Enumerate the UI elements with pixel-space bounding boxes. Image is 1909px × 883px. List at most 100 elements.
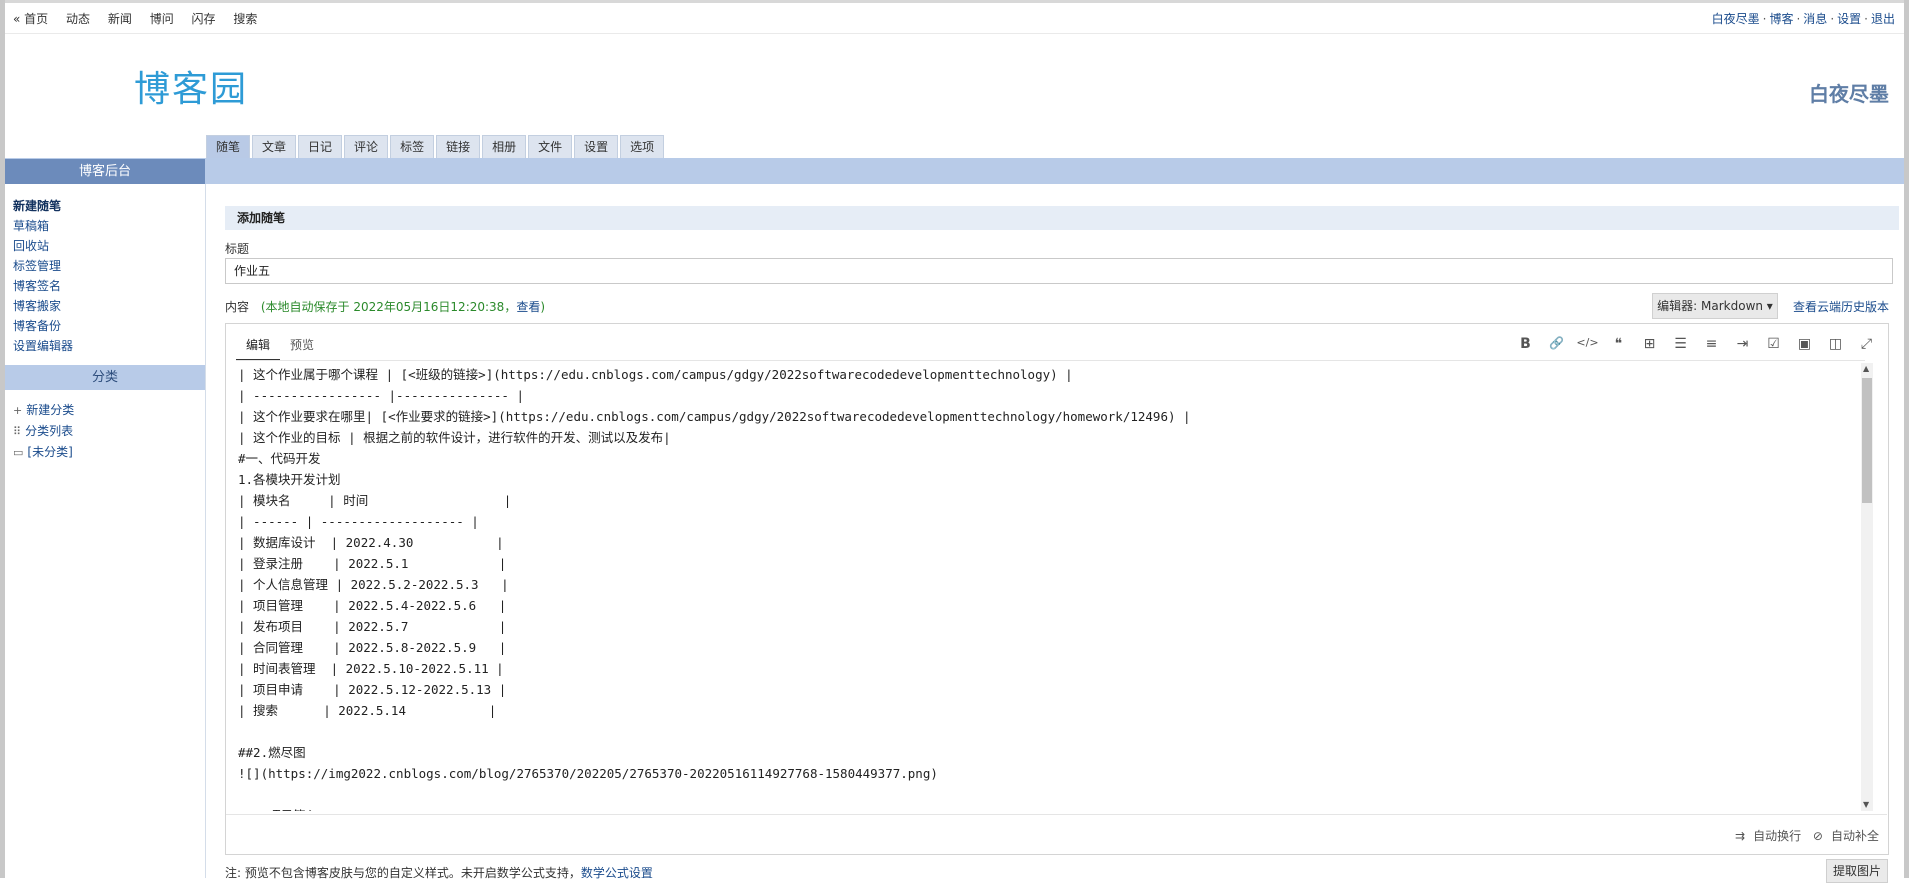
sidebar-item-drafts[interactable]: 草稿箱	[13, 216, 73, 236]
code-line: | 这个作业的目标 | 根据之前的软件设计，进行软件的开发、测试以及发布|	[238, 430, 671, 445]
tab-comments[interactable]: 评论	[344, 135, 389, 158]
sidebar-item-signature[interactable]: 博客签名	[13, 276, 73, 296]
tab-bar-background	[5, 158, 1904, 184]
quote-icon[interactable]: ❝	[1603, 336, 1634, 352]
code-line: | 个人信息管理 | 2022.5.2-2022.5.3 |	[238, 577, 509, 592]
nav-search-link[interactable]: 搜索	[233, 12, 257, 26]
table-icon[interactable]: ⊞	[1634, 336, 1665, 352]
category-uncategorized-label: [未分类]	[27, 445, 73, 459]
folder-icon: ▭	[13, 446, 24, 459]
sidebar-item-backup[interactable]: 博客备份	[13, 316, 73, 336]
code-line: | 项目申请 | 2022.5.12-2022.5.13 |	[238, 682, 507, 697]
main-tabs: 随笔 文章 日记 评论 标签 链接 相册 文件 设置 选项	[206, 135, 666, 158]
window-left-border	[0, 0, 5, 878]
tab-options[interactable]: 选项	[620, 135, 665, 158]
code-line: ##2.燃尽图	[238, 745, 306, 760]
tab-preview[interactable]: 预览	[280, 336, 324, 361]
nav-dynamic-link[interactable]: 动态	[66, 12, 90, 26]
bullet-list-icon[interactable]: ☰	[1665, 336, 1696, 352]
fullscreen-icon[interactable]: ⤢	[1851, 336, 1882, 352]
tab-albums[interactable]: 相册	[482, 135, 527, 158]
blog-link[interactable]: 博客	[1769, 12, 1793, 26]
auto-wrap-toggle[interactable]: 自动换行	[1753, 829, 1801, 843]
tab-settings[interactable]: 设置	[574, 135, 619, 158]
code-line: | 这个作业要求在哪里| [<作业要求的链接>](https://edu.cnb…	[238, 409, 1191, 424]
tab-files[interactable]: 文件	[528, 135, 573, 158]
sidebar-item-new-post[interactable]: 新建随笔	[13, 196, 73, 216]
autosave-view-link[interactable]: 查看	[516, 300, 540, 314]
autosave-text: (本地自动保存于 2022年05月16日12:20:38，	[260, 300, 517, 314]
editor-toolbar: B 🔗 </> ❝ ⊞ ☰ ≡ ⇥ ☑ ▣ ◫ ⤢	[1510, 336, 1882, 352]
user-link[interactable]: 白夜尽墨	[1712, 12, 1760, 26]
auto-complete-toggle[interactable]: 自动补全	[1831, 829, 1879, 843]
editor-bottom-divider	[226, 814, 1887, 815]
sidebar-links: 新建随笔 草稿箱 回收站 标签管理 博客签名 博客搬家 博客备份 设置编辑器	[13, 196, 73, 356]
top-nav: « 首页 动态 新闻 博问 闪存 搜索	[13, 10, 271, 27]
scrollbar-thumb[interactable]	[1862, 378, 1872, 503]
code-line: | ------ | ------------------- |	[238, 514, 479, 529]
tab-diary[interactable]: 日记	[298, 135, 343, 158]
editor-tabs: 编辑 预览	[236, 336, 324, 361]
code-line: #一、代码开发	[238, 451, 321, 466]
indent-icon[interactable]: ⇥	[1727, 336, 1758, 352]
sidebar-item-editor-settings[interactable]: 设置编辑器	[13, 336, 73, 356]
category-new[interactable]: + 新建分类	[13, 400, 74, 421]
toolbar-divider	[236, 360, 1865, 361]
category-header: 分类	[5, 365, 205, 390]
settings-link[interactable]: 设置	[1837, 12, 1861, 26]
scroll-down-arrow-icon[interactable]: ▼	[1863, 800, 1869, 809]
code-line: ##3.项目签入	[238, 805, 1856, 811]
category-links: + 新建分类 ⠿ 分类列表 ▭ [未分类]	[13, 400, 74, 463]
numbered-list-icon[interactable]: ≡	[1696, 336, 1727, 352]
cnblogs-logo[interactable]: 博客园	[134, 60, 248, 112]
sidebar-header: 博客后台	[5, 159, 205, 184]
sidebar-item-migrate[interactable]: 博客搬家	[13, 296, 73, 316]
user-nav: 白夜尽墨 · 博客 · 消息 · 设置 · 退出	[1712, 10, 1895, 27]
markdown-textarea[interactable]: | 这个作业属于哪个课程 | [<班级的链接>](https://edu.cnb…	[238, 364, 1856, 811]
nav-qa-link[interactable]: 博问	[150, 12, 174, 26]
code-line: ![](https://img2022.cnblogs.com/blog/276…	[238, 766, 938, 781]
editor-options: ⇉ 自动换行 ⊘ 自动补全	[1727, 827, 1879, 844]
separator: ·	[1830, 12, 1835, 26]
bold-icon[interactable]: B	[1510, 336, 1541, 352]
code-line: | 搜索 | 2022.5.14 |	[238, 703, 497, 718]
separator: ·	[1762, 12, 1767, 26]
wrap-icon: ⇉	[1735, 829, 1746, 843]
title-input[interactable]: 作业五	[225, 258, 1893, 284]
sidebar-item-recycle[interactable]: 回收站	[13, 236, 73, 256]
blog-owner-title[interactable]: 白夜尽墨	[1809, 78, 1889, 107]
list-icon: ⠿	[13, 425, 22, 438]
nav-home-link[interactable]: « 首页	[13, 12, 48, 26]
tab-articles[interactable]: 文章	[252, 135, 297, 158]
content-label: 内容	[225, 300, 250, 314]
code-line: | 数据库设计 | 2022.4.30 |	[238, 535, 504, 550]
code-line: | 登录注册 | 2022.5.1 |	[238, 556, 507, 571]
editor-type-select[interactable]: 编辑器: Markdown ▾	[1652, 293, 1778, 319]
fetch-images-button[interactable]: 提取图片	[1826, 859, 1888, 883]
title-label: 标题	[225, 242, 250, 256]
link-icon[interactable]: 🔗	[1541, 336, 1572, 352]
code-icon[interactable]: </>	[1572, 336, 1603, 352]
window-top-border	[0, 0, 1909, 3]
scroll-up-arrow-icon[interactable]: ▲	[1863, 364, 1869, 373]
autosave-status: (本地自动保存于 2022年05月16日12:20:38，查看)	[261, 300, 545, 314]
preview-note: 注: 预览不包含博客皮肤与您的自定义样式。未开启数学公式支持，数学公式设置	[225, 864, 653, 881]
checkbox-icon[interactable]: ☑	[1758, 336, 1789, 352]
separator: ·	[1796, 12, 1801, 26]
nav-news-link[interactable]: 新闻	[108, 12, 132, 26]
split-view-icon[interactable]: ◫	[1820, 336, 1851, 352]
image-icon[interactable]: ▣	[1789, 336, 1820, 352]
tab-posts[interactable]: 随笔	[206, 135, 251, 158]
logout-link[interactable]: 退出	[1871, 12, 1895, 26]
code-line: | 模块名 | 时间 |	[238, 493, 512, 508]
category-uncategorized[interactable]: ▭ [未分类]	[13, 442, 74, 463]
tab-edit[interactable]: 编辑	[236, 336, 281, 361]
messages-link[interactable]: 消息	[1803, 12, 1827, 26]
tab-links[interactable]: 链接	[436, 135, 481, 158]
cloud-history-link[interactable]: 查看云端历史版本	[1793, 298, 1889, 315]
category-list[interactable]: ⠿ 分类列表	[13, 421, 74, 442]
nav-flash-link[interactable]: 闪存	[192, 12, 216, 26]
sidebar-item-tag-manage[interactable]: 标签管理	[13, 256, 73, 276]
tab-tags[interactable]: 标签	[390, 135, 435, 158]
